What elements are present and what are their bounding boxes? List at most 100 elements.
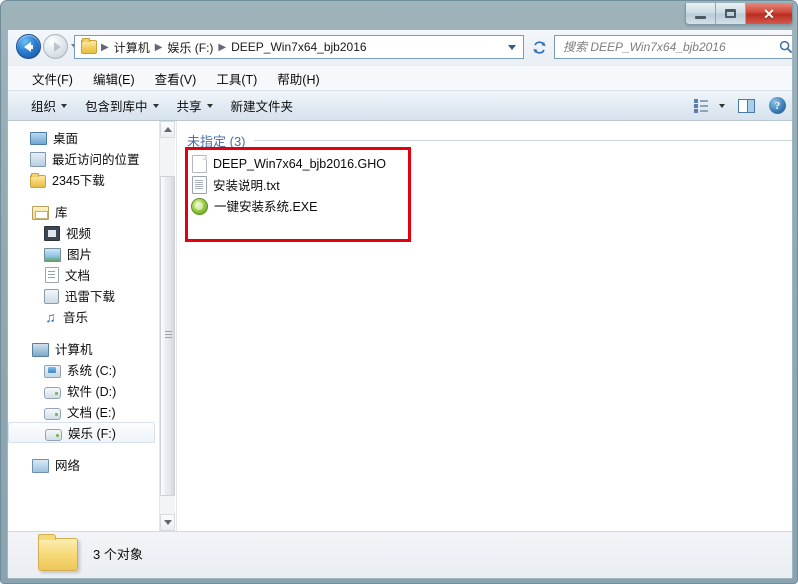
sidebar-item-label: 视频 bbox=[66, 227, 92, 241]
generic-file-icon bbox=[192, 154, 207, 173]
menu-item-tools[interactable]: 工具(T) bbox=[206, 66, 267, 91]
status-bar: 3 个对象 bbox=[8, 531, 792, 578]
file-row-txt[interactable]: 安装说明.txt bbox=[191, 174, 491, 195]
status-item-count: 3 个对象 bbox=[93, 547, 143, 562]
sidebar-item-network[interactable]: 网络 bbox=[8, 454, 159, 475]
sidebar-divider bbox=[8, 443, 159, 454]
close-button[interactable]: ✕ bbox=[746, 3, 792, 24]
sidebar-divider bbox=[8, 190, 159, 201]
sidebar-item-label: 图片 bbox=[67, 248, 93, 262]
sidebar-item-music[interactable]: ♫ 音乐 bbox=[8, 306, 159, 327]
toolbar-button-organize[interactable]: 组织 bbox=[22, 93, 76, 118]
back-button[interactable] bbox=[16, 34, 41, 59]
menu-item-edit[interactable]: 编辑(E) bbox=[83, 66, 145, 91]
sidebar-item-label: 迅雷下载 bbox=[65, 290, 116, 304]
maximize-button[interactable] bbox=[716, 3, 746, 24]
breadcrumb-separator: ▶ bbox=[101, 41, 109, 53]
sidebar-item-drive-f[interactable]: 娱乐 (F:) bbox=[8, 422, 155, 443]
breadcrumb-item-folder[interactable]: DEEP_Win7x64_bjb2016 bbox=[228, 38, 369, 56]
toolbar-label: 包含到库中 bbox=[85, 100, 148, 114]
sidebar-item-drive-c[interactable]: 系统 (C:) bbox=[8, 359, 159, 380]
drive-icon bbox=[45, 428, 62, 441]
scroll-down-button[interactable] bbox=[160, 514, 175, 531]
view-chevron-down-icon[interactable] bbox=[719, 103, 725, 108]
breadcrumb-item-computer[interactable]: 计算机 bbox=[111, 37, 153, 58]
menu-item-view[interactable]: 查看(V) bbox=[145, 66, 207, 91]
toolbar-right-group: ? bbox=[694, 97, 792, 114]
help-icon[interactable]: ? bbox=[769, 97, 786, 114]
file-row-gho[interactable]: DEEP_Win7x64_bjb2016.GHO bbox=[191, 153, 491, 174]
toolbar-label: 共享 bbox=[176, 100, 202, 114]
refresh-button[interactable] bbox=[529, 37, 549, 57]
address-bar-row: ▶ 计算机 ▶ 娱乐 (F:) ▶ DEEP_Win7x64_bjb2016 bbox=[8, 30, 792, 66]
back-arrow-icon bbox=[23, 41, 31, 52]
navigation-buttons bbox=[16, 34, 79, 59]
search-box[interactable] bbox=[554, 35, 792, 59]
text-file-icon bbox=[192, 175, 207, 194]
sidebar-item-computer[interactable]: 计算机 bbox=[8, 338, 159, 359]
file-row-exe[interactable]: 一键安装系统.EXE bbox=[191, 195, 491, 216]
search-icon[interactable] bbox=[775, 40, 792, 54]
view-layout-icon[interactable] bbox=[694, 98, 712, 114]
window-client-area: ▶ 计算机 ▶ 娱乐 (F:) ▶ DEEP_Win7x64_bjb2016 搜… bbox=[7, 29, 793, 579]
command-toolbar: 组织 包含到库中 共享 新建文件夹 ? bbox=[8, 90, 792, 121]
sidebar-item-drive-e[interactable]: 文档 (E:) bbox=[8, 401, 159, 422]
menu-item-file[interactable]: 文件(F) bbox=[22, 66, 83, 91]
sidebar-item-libraries[interactable]: 库 bbox=[8, 201, 159, 222]
scroll-up-button[interactable] bbox=[160, 121, 175, 138]
sidebar-item-recent-places[interactable]: 最近访问的位置 bbox=[8, 148, 159, 169]
file-name: 一键安装系统.EXE bbox=[214, 200, 318, 214]
forward-button[interactable] bbox=[43, 34, 68, 59]
system-drive-icon bbox=[44, 364, 61, 378]
toolbar-button-new-folder[interactable]: 新建文件夹 bbox=[222, 93, 303, 118]
navigation-list: 桌面 最近访问的位置 2345下载 库 视频 图片 文档 迅雷下载 ♫ 音乐 计… bbox=[8, 121, 159, 475]
sidebar-item-2345download[interactable]: 2345下载 bbox=[8, 169, 159, 190]
file-name: DEEP_Win7x64_bjb2016.GHO bbox=[213, 156, 387, 171]
sidebar-item-xunlei-download[interactable]: 迅雷下载 bbox=[8, 285, 159, 306]
toolbar-label: 组织 bbox=[31, 100, 57, 114]
scrollbar-thumb[interactable] bbox=[160, 176, 175, 496]
breadcrumb-item-drive[interactable]: 娱乐 (F:) bbox=[164, 37, 216, 58]
sidebar-item-label: 软件 (D:) bbox=[67, 385, 117, 399]
sidebar-item-documents[interactable]: 文档 bbox=[8, 264, 159, 285]
folder-large-icon bbox=[38, 534, 78, 571]
explorer-body: 桌面 最近访问的位置 2345下载 库 视频 图片 文档 迅雷下载 ♫ 音乐 计… bbox=[8, 121, 792, 531]
maximize-icon bbox=[725, 9, 736, 18]
network-icon bbox=[32, 458, 49, 473]
chevron-down-icon bbox=[61, 103, 68, 108]
explorer-window: ✕ ▶ 计算机 ▶ 娱乐 (F:) ▶ DEEP_Win7x64_bjb2016… bbox=[0, 0, 798, 584]
toolbar-button-share[interactable]: 共享 bbox=[168, 93, 222, 118]
menu-item-help[interactable]: 帮助(H) bbox=[267, 66, 329, 91]
close-icon: ✕ bbox=[763, 5, 775, 22]
sidebar-item-label: 桌面 bbox=[53, 132, 79, 146]
minimize-button[interactable] bbox=[686, 3, 716, 24]
breadcrumb-separator: ▶ bbox=[218, 41, 227, 53]
toolbar-label: 新建文件夹 bbox=[230, 100, 294, 114]
library-icon bbox=[32, 205, 49, 220]
sidebar-item-label: 娱乐 (F:) bbox=[68, 427, 116, 441]
sidebar-item-label: 计算机 bbox=[55, 343, 93, 357]
menu-bar: 文件(F) 编辑(E) 查看(V) 工具(T) 帮助(H) bbox=[8, 66, 792, 91]
address-bar[interactable]: ▶ 计算机 ▶ 娱乐 (F:) ▶ DEEP_Win7x64_bjb2016 bbox=[74, 35, 524, 59]
sidebar-item-videos[interactable]: 视频 bbox=[8, 222, 159, 243]
search-input[interactable] bbox=[555, 39, 775, 55]
navigation-pane-scrollbar[interactable] bbox=[159, 121, 175, 531]
scrollbar-grip-icon bbox=[165, 331, 172, 341]
address-dropdown-chevron-down-icon[interactable] bbox=[508, 44, 516, 50]
toolbar-button-include-in-library[interactable]: 包含到库中 bbox=[76, 93, 168, 118]
chevron-up-icon bbox=[163, 127, 172, 132]
music-icon: ♫ bbox=[45, 309, 56, 325]
drive-icon bbox=[44, 407, 61, 420]
sidebar-item-label: 网络 bbox=[55, 459, 81, 473]
sidebar-item-pictures[interactable]: 图片 bbox=[8, 243, 159, 264]
file-list: DEEP_Win7x64_bjb2016.GHO 安装说明.txt 一键安装系统… bbox=[191, 153, 491, 216]
chevron-down-icon bbox=[206, 103, 213, 108]
title-bar: ✕ bbox=[1, 1, 798, 29]
file-list-pane[interactable]: 未指定 (3) DEEP_Win7x64_bjb2016.GHO 安装说明.tx… bbox=[176, 121, 792, 531]
folder-icon bbox=[81, 38, 97, 54]
sidebar-item-desktop[interactable]: 桌面 bbox=[8, 127, 159, 148]
sidebar-item-drive-d[interactable]: 软件 (D:) bbox=[8, 380, 159, 401]
preview-pane-icon[interactable] bbox=[738, 98, 755, 113]
sidebar-item-label: 文档 bbox=[65, 269, 91, 283]
computer-icon bbox=[32, 342, 49, 357]
